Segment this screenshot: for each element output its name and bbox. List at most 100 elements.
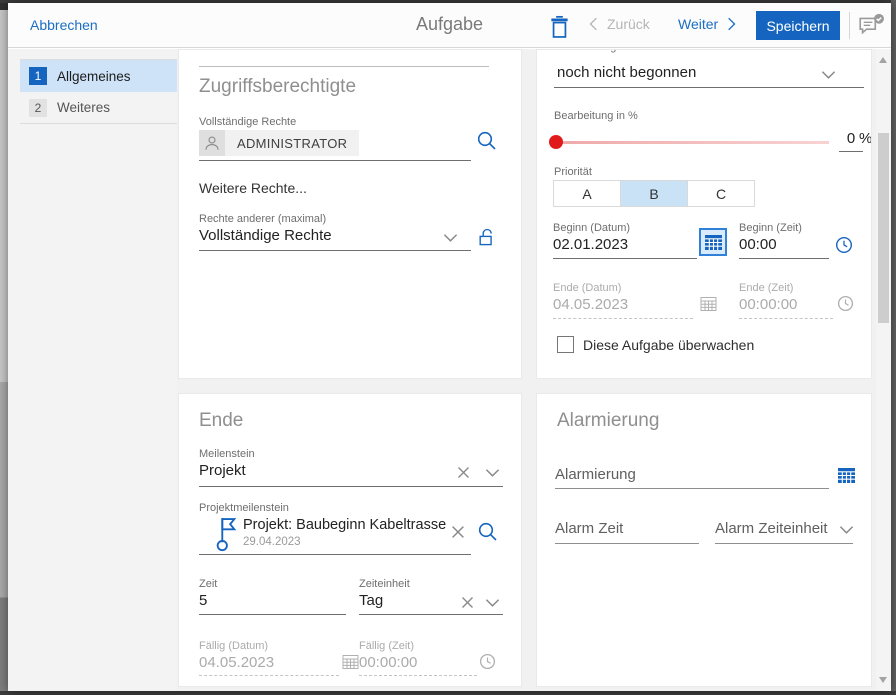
clipped-status-label: Bearbeitungsstatus	[557, 50, 757, 54]
field-underline	[199, 160, 471, 161]
chevron-down-icon[interactable]	[485, 598, 500, 608]
dialog-header: Abbrechen Aufgabe Zurück Weiter Speicher…	[8, 3, 891, 48]
dialog-body: 1 Allgemeines 2 Weiteres Zugriffsberecht…	[8, 49, 891, 691]
chevron-left-icon	[588, 16, 598, 32]
step-number-badge: 2	[29, 99, 47, 117]
flag-icon	[213, 514, 239, 552]
delete-button[interactable]	[548, 13, 571, 40]
chevron-down-icon[interactable]	[839, 525, 854, 535]
notes-button[interactable]	[857, 12, 886, 39]
trash-icon	[548, 13, 571, 40]
access-rights-card: Zugriffsberechtigte Vollständige Rechte …	[178, 49, 522, 379]
field-underline	[199, 554, 471, 555]
due-time-label: Fällig (Zeit)	[359, 640, 414, 652]
dialog-title: Aufgabe	[416, 14, 483, 35]
field-underline	[199, 486, 503, 487]
search-icon[interactable]	[477, 521, 498, 542]
field-underline	[715, 543, 853, 544]
task-dialog: Abbrechen Aufgabe Zurück Weiter Speicher…	[8, 3, 891, 691]
field-underline-disabled	[199, 675, 339, 676]
scroll-up-icon[interactable]	[879, 57, 887, 63]
status-value[interactable]: noch nicht begonnen	[557, 64, 696, 81]
calendar-icon[interactable]	[837, 466, 856, 485]
due-time-value: 00:00:00	[359, 654, 417, 671]
more-rights-link[interactable]: Weitere Rechte...	[199, 180, 307, 196]
card-title: Zugriffsberechtigte	[199, 76, 356, 98]
priority-b-button[interactable]: B	[620, 180, 688, 207]
others-rights-value[interactable]: Vollständige Rechte	[199, 227, 332, 244]
time-value[interactable]: 5	[199, 592, 207, 609]
sidebar-item-weiteres[interactable]: 2 Weiteres	[20, 92, 177, 124]
calendar-icon	[342, 653, 359, 670]
alarm-field[interactable]: Alarmierung	[555, 466, 636, 483]
next-label: Weiter	[678, 16, 718, 32]
watch-task-label: Diese Aufgabe überwachen	[583, 337, 754, 353]
project-milestone-label: Projektmeilenstein	[199, 502, 289, 514]
back-label: Zurück	[607, 16, 650, 32]
chevron-down-icon[interactable]	[485, 468, 500, 478]
field-underline	[839, 151, 863, 152]
step-list: 1 Allgemeines 2 Weiteres	[20, 59, 177, 124]
header-divider	[849, 12, 850, 39]
begin-date-value[interactable]: 02.01.2023	[553, 236, 628, 253]
search-icon[interactable]	[476, 130, 497, 151]
administrator-chip[interactable]: ADMINISTRATOR	[199, 130, 359, 156]
next-button[interactable]: Weiter	[678, 16, 737, 32]
begin-time-value[interactable]: 00:00	[739, 236, 777, 253]
close-icon[interactable]	[457, 466, 470, 479]
calendar-icon	[704, 233, 723, 252]
step-number-badge: 1	[29, 67, 47, 85]
project-milestone-value[interactable]: Projekt: Baubeginn Kabeltrasse	[243, 517, 446, 533]
alarm-time-unit-field[interactable]: Alarm Zeiteinheit	[715, 520, 828, 537]
milestone-value[interactable]: Projekt	[199, 462, 246, 479]
slider-handle[interactable]	[549, 135, 563, 149]
field-underline	[359, 614, 503, 615]
save-button[interactable]: Speichern	[756, 11, 840, 40]
step-sidebar: 1 Allgemeines 2 Weiteres	[8, 49, 177, 691]
chevron-down-icon[interactable]	[821, 70, 836, 80]
step-label: Allgemeines	[57, 69, 131, 84]
others-rights-label: Rechte anderer (maximal)	[199, 213, 326, 225]
lock-open-icon[interactable]	[477, 227, 497, 248]
scrollbar-thumb[interactable]	[878, 133, 889, 323]
alarm-card: Alarmierung Alarmierung Alarm Zeit Alarm…	[536, 393, 872, 687]
priority-segmented-control: A B C	[553, 180, 755, 207]
chevron-down-icon[interactable]	[443, 233, 458, 243]
field-underline-disabled	[553, 318, 693, 319]
priority-label: Priorität	[554, 166, 592, 178]
window-border-bottom	[0, 691, 896, 695]
end-date-label: Ende (Datum)	[553, 282, 621, 294]
scrollbar[interactable]	[876, 49, 891, 691]
due-date-label: Fällig (Datum)	[199, 640, 268, 652]
step-label: Weiteres	[57, 100, 110, 115]
card-title: Ende	[199, 410, 243, 432]
alarm-time-field[interactable]: Alarm Zeit	[555, 520, 623, 537]
field-underline	[554, 87, 864, 88]
full-rights-label: Vollständige Rechte	[199, 116, 296, 128]
watch-task-checkbox[interactable]	[557, 336, 574, 353]
message-check-icon	[857, 12, 886, 39]
back-button: Zurück	[588, 16, 650, 32]
card-title: Alarmierung	[557, 410, 659, 432]
clock-icon	[479, 653, 496, 670]
priority-a-button[interactable]: A	[553, 180, 621, 207]
time-unit-value[interactable]: Tag	[359, 592, 383, 609]
progress-unit: %	[859, 130, 872, 147]
begin-date-label: Beginn (Datum)	[553, 222, 630, 234]
begin-date-picker-button[interactable]	[699, 228, 727, 256]
close-icon[interactable]	[461, 596, 474, 609]
progress-label: Bearbeitung in %	[554, 110, 638, 122]
priority-c-button[interactable]: C	[687, 180, 755, 207]
close-icon[interactable]	[451, 525, 465, 539]
clock-icon[interactable]	[835, 236, 853, 254]
progress-slider-track[interactable]	[556, 141, 829, 144]
sidebar-item-allgemeines[interactable]: 1 Allgemeines	[20, 60, 177, 92]
field-underline-disabled	[359, 675, 477, 676]
field-underline	[555, 488, 829, 489]
time-unit-label: Zeiteinheit	[359, 578, 410, 590]
field-underline-disabled	[739, 318, 833, 319]
chip-label: ADMINISTRATOR	[225, 130, 359, 156]
scroll-down-icon[interactable]	[879, 677, 887, 683]
milestone-label: Meilenstein	[199, 448, 255, 460]
cancel-button[interactable]: Abbrechen	[30, 17, 98, 33]
